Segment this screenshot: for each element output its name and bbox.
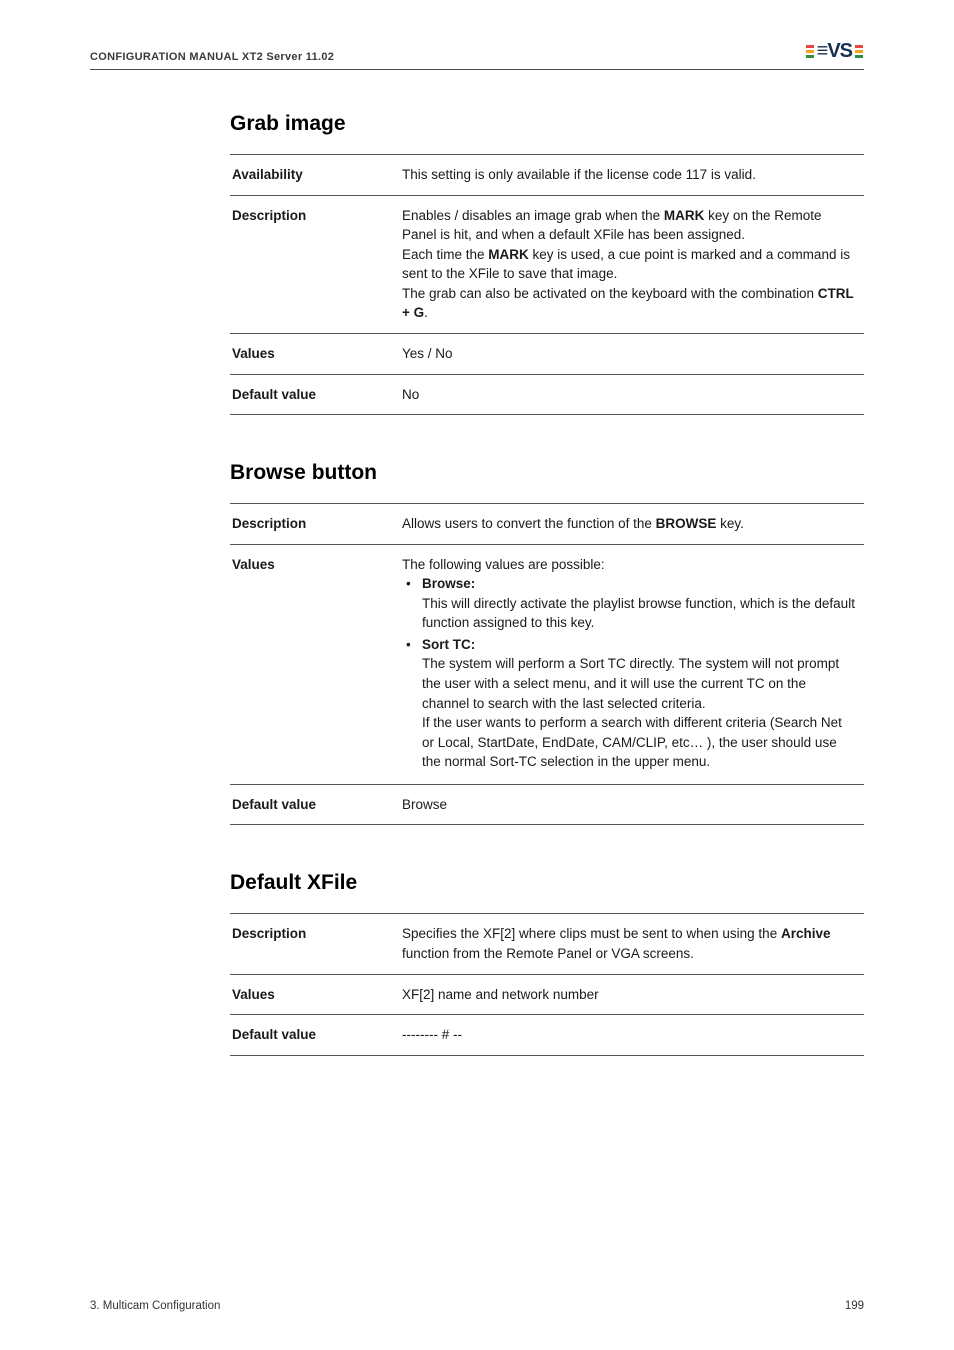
logo-text: ≡VS — [817, 40, 852, 63]
row-label: Values — [230, 974, 400, 1015]
table-default-xfile: Description Specifies the XF[2] where cl… — [230, 913, 864, 1055]
table-row: Values The following values are possible… — [230, 544, 864, 784]
row-value: -------- # -- — [400, 1015, 864, 1056]
row-value: Allows users to convert the function of … — [400, 504, 864, 545]
row-value: Yes / No — [400, 333, 864, 374]
table-row: Description Allows users to convert the … — [230, 504, 864, 545]
table-row: Description Enables / disables an image … — [230, 195, 864, 333]
row-value: Browse — [400, 784, 864, 825]
table-grab-image: Availability This setting is only availa… — [230, 154, 864, 415]
row-label: Default value — [230, 1015, 400, 1056]
footer-section: 3. Multicam Configuration — [90, 1300, 220, 1312]
row-label: Availability — [230, 155, 400, 196]
row-value: XF[2] name and network number — [400, 974, 864, 1015]
page-footer: 3. Multicam Configuration 199 — [90, 1300, 864, 1312]
logo-stripes-left — [806, 45, 814, 58]
list-item: Sort TC: The system will perform a Sort … — [402, 635, 856, 772]
table-row: Default value -------- # -- — [230, 1015, 864, 1056]
logo-stripes-right — [855, 45, 863, 58]
row-label: Description — [230, 914, 400, 974]
row-label: Default value — [230, 374, 400, 415]
footer-page-number: 199 — [845, 1300, 864, 1312]
heading-default-xfile: Default XFile — [230, 871, 864, 895]
row-label: Description — [230, 195, 400, 333]
values-list: Browse: This will directly activate the … — [402, 574, 856, 772]
list-item: Browse: This will directly activate the … — [402, 574, 856, 633]
row-value: The following values are possible: Brows… — [400, 544, 864, 784]
table-row: Default value Browse — [230, 784, 864, 825]
row-label: Default value — [230, 784, 400, 825]
heading-browse-button: Browse button — [230, 461, 864, 485]
table-row: Values XF[2] name and network number — [230, 974, 864, 1015]
table-row: Description Specifies the XF[2] where cl… — [230, 914, 864, 974]
row-value: This setting is only available if the li… — [400, 155, 864, 196]
heading-grab-image: Grab image — [230, 112, 864, 136]
table-row: Values Yes / No — [230, 333, 864, 374]
evs-logo: ≡VS — [802, 40, 864, 63]
header-bar: CONFIGURATION MANUAL XT2 Server 11.02 ≡V… — [90, 40, 864, 70]
section-browse-button: Browse button Description Allows users t… — [230, 461, 864, 825]
table-row: Default value No — [230, 374, 864, 415]
section-grab-image: Grab image Availability This setting is … — [230, 112, 864, 415]
table-browse-button: Description Allows users to convert the … — [230, 503, 864, 825]
row-value: Specifies the XF[2] where clips must be … — [400, 914, 864, 974]
row-label: Description — [230, 504, 400, 545]
section-default-xfile: Default XFile Description Specifies the … — [230, 871, 864, 1055]
table-row: Availability This setting is only availa… — [230, 155, 864, 196]
manual-title: CONFIGURATION MANUAL XT2 Server 11.02 — [90, 51, 334, 63]
row-value: Enables / disables an image grab when th… — [400, 195, 864, 333]
row-label: Values — [230, 333, 400, 374]
row-value: No — [400, 374, 864, 415]
row-label: Values — [230, 544, 400, 784]
